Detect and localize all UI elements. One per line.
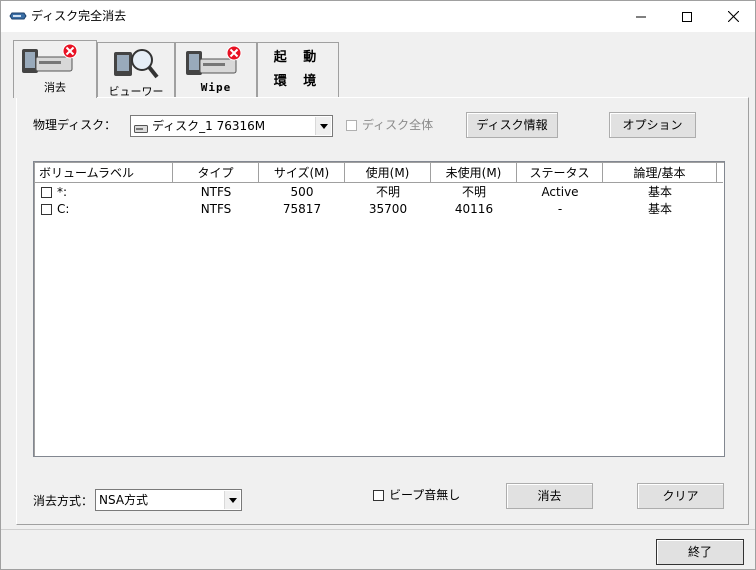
tab-erase-label: 消去: [44, 81, 66, 94]
chevron-down-icon: [315, 117, 331, 135]
beep-off-checkbox[interactable]: [373, 490, 384, 501]
options-button[interactable]: オプション: [609, 112, 696, 138]
clear-button[interactable]: クリア: [637, 483, 724, 509]
title-bar[interactable]: ディスク完全消去: [1, 1, 755, 32]
physical-disk-value: ディスク_1 76316M: [152, 119, 266, 133]
chevron-down-icon: [224, 491, 240, 509]
disk-viewer-icon: [112, 46, 160, 83]
disk-info-button[interactable]: ディスク情報: [466, 112, 558, 138]
column-unused[interactable]: 未使用(M): [431, 163, 517, 183]
tab-viewer[interactable]: ビューワー: [97, 42, 175, 98]
close-button[interactable]: [710, 1, 756, 32]
cell-type: NTFS: [200, 185, 232, 199]
minimize-button[interactable]: [618, 1, 664, 32]
tab-boot-line2: 環 境: [273, 74, 323, 89]
tab-boot-environment[interactable]: 起 動 環 境: [257, 42, 339, 97]
disk-app-icon: [9, 10, 27, 20]
disk-wipe-icon: [184, 45, 248, 82]
tab-erase[interactable]: 消去: [13, 40, 97, 98]
cell-logical-basic: 基本: [647, 202, 672, 216]
cell-status: Active: [541, 185, 579, 199]
tab-boot-line1: 起 動: [273, 50, 323, 65]
column-logical-basic[interactable]: 論理/基本: [603, 163, 717, 183]
window-title: ディスク完全消去: [31, 9, 127, 23]
exit-button[interactable]: 終了: [656, 539, 744, 565]
tab-wipe-label: Wipe: [200, 81, 232, 94]
app-window: ディスク完全消去 消去 ビューワー Wipe 起 動 環 境 物理ディスク： デ…: [0, 0, 756, 570]
maximize-icon: [682, 11, 692, 22]
cell-size: 500: [290, 185, 314, 199]
column-volume-label[interactable]: ボリュームラベル: [35, 163, 173, 183]
table-row[interactable]: *: NTFS 500 不明 不明 Active 基本: [35, 184, 723, 201]
tab-wipe[interactable]: Wipe: [175, 42, 257, 97]
cell-size: 75817: [282, 202, 322, 216]
maximize-button[interactable]: [664, 1, 710, 32]
table-row[interactable]: C: NTFS 75817 35700 40116 - 基本: [35, 201, 723, 218]
physical-disk-select[interactable]: ディスク_1 76316M: [130, 115, 333, 137]
erase-method-value: NSA方式: [99, 493, 149, 507]
cell-type: NTFS: [200, 202, 232, 216]
hard-disk-icon: [134, 122, 148, 136]
column-type[interactable]: タイプ: [173, 163, 259, 183]
column-used[interactable]: 使用(M): [345, 163, 431, 183]
cell-volume-label: *:: [57, 185, 68, 199]
column-size[interactable]: サイズ(M): [259, 163, 345, 183]
cell-logical-basic: 基本: [647, 185, 672, 199]
column-status[interactable]: ステータス: [517, 163, 603, 183]
disk-erase-icon: [20, 43, 84, 80]
row-checkbox[interactable]: [41, 187, 52, 198]
cell-volume-label: C:: [57, 202, 70, 216]
cell-used: 不明: [375, 185, 400, 199]
erase-method-select[interactable]: NSA方式: [95, 489, 242, 511]
volume-list[interactable]: ボリュームラベル タイプ サイズ(M) 使用(M) 未使用(M) ステータス 論…: [33, 161, 725, 457]
cell-unused: 40116: [454, 202, 494, 216]
erase-button[interactable]: 消去: [506, 483, 593, 509]
close-icon: [727, 11, 739, 22]
cell-status: -: [557, 202, 563, 216]
volume-list-header: ボリュームラベル タイプ サイズ(M) 使用(M) 未使用(M) ステータス 論…: [35, 163, 723, 183]
minimize-icon: [636, 16, 646, 17]
cell-unused: 不明: [461, 185, 486, 199]
footer-separator: [1, 529, 755, 530]
row-checkbox[interactable]: [41, 204, 52, 215]
cell-used: 35700: [368, 202, 408, 216]
